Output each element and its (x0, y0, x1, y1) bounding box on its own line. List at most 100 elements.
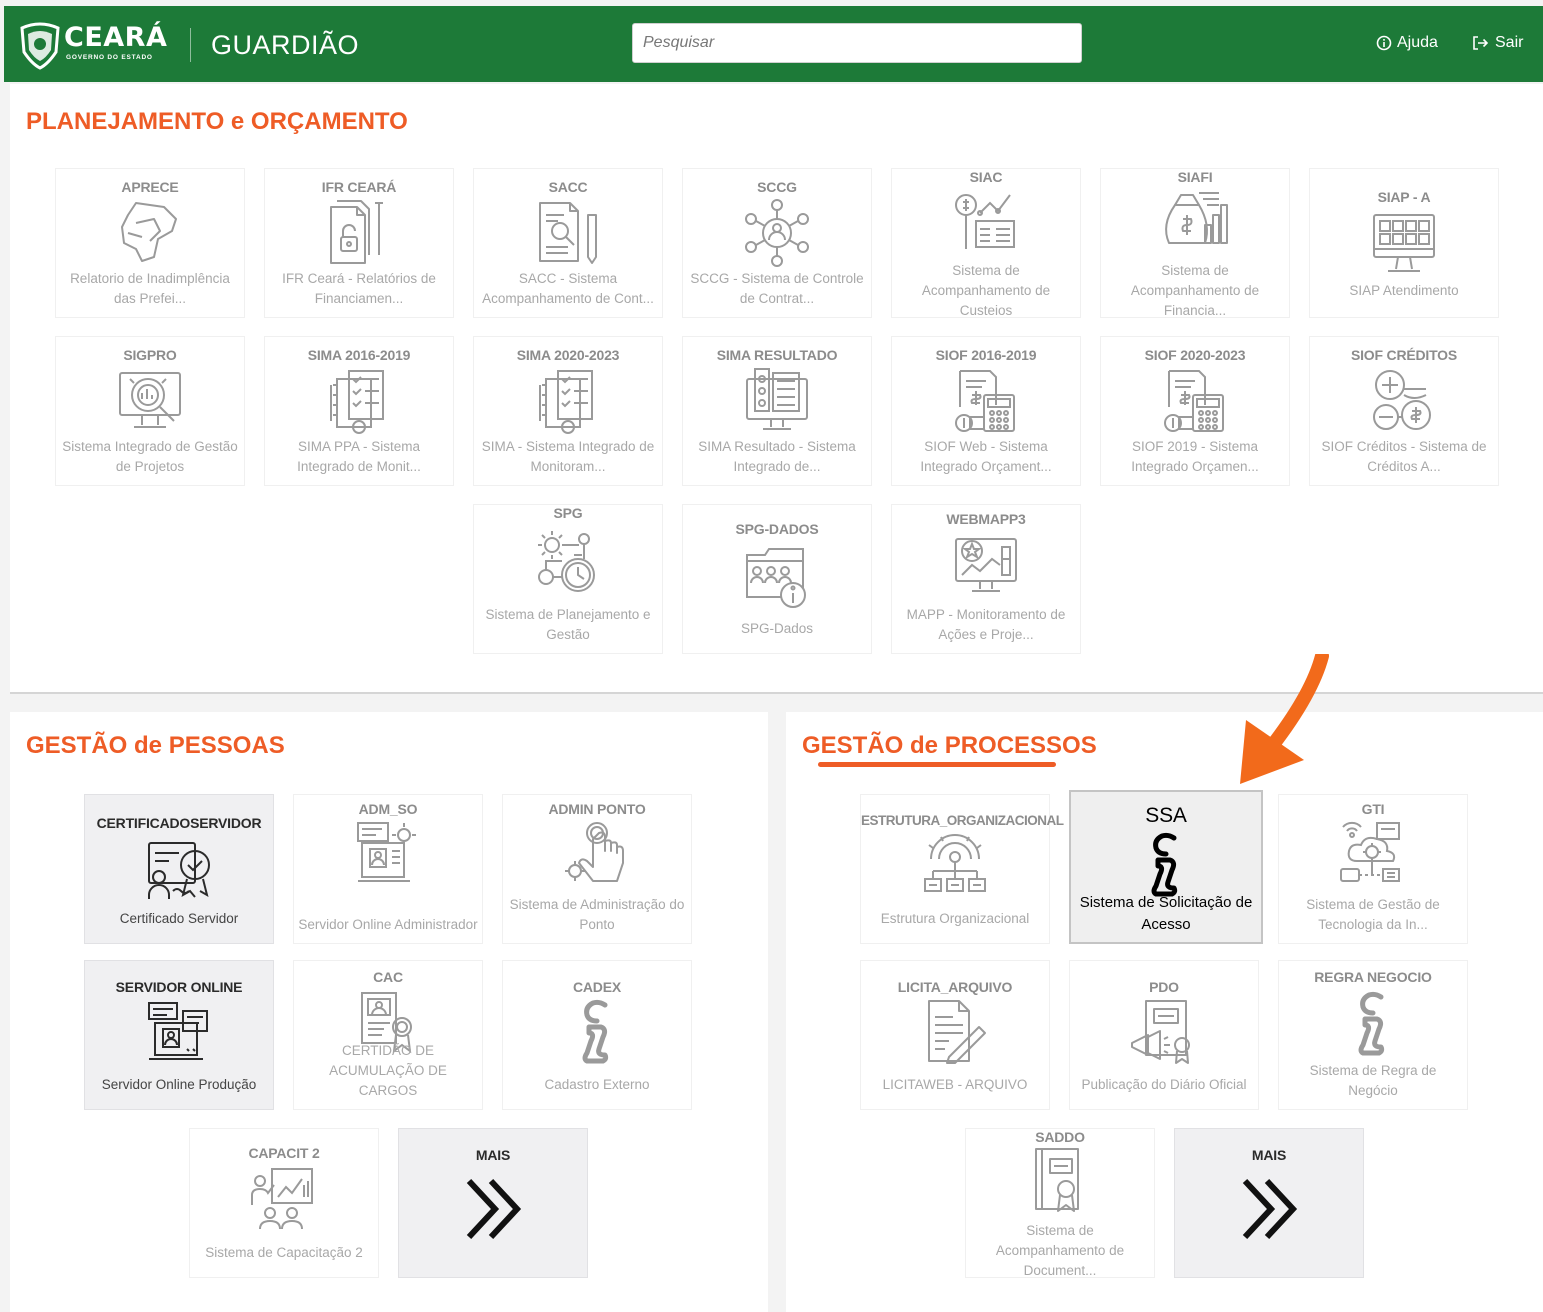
tile-gti[interactable]: GTI Sistema de Gestão de Tecnologia da I… (1278, 794, 1468, 944)
tile-siof-creditos[interactable]: SIOF CRÉDITOS SIOF Créditos - Sistema de… (1309, 336, 1499, 486)
tile-description: Estrutura Organizacional (880, 911, 1030, 926)
tile-ifr-ceara[interactable]: IFR CEARÁ IFR Ceará - Relatórios de Fina… (264, 168, 454, 318)
tile-estrutura-organizacional[interactable]: ESTRUTURA_ORGANIZACIONAL Estrutura Organ… (860, 794, 1064, 944)
tile-title: PDO (1149, 979, 1179, 995)
tile-sima-resultado[interactable]: SIMA RESULTADO SIMA Resultado - Sistema … (682, 336, 872, 486)
tile-title: ADMIN PONTO (548, 801, 646, 817)
annotation-arrow-icon (1240, 654, 1329, 784)
tile-certificadoservidor[interactable]: CERTIFICADOSERVIDOR Certificado Servidor (84, 794, 274, 944)
header-divider (190, 28, 191, 62)
tile-cadex[interactable]: CADEX Cadastro Externo (502, 960, 692, 1110)
tile-sccg[interactable]: SCCG SCCG - Sistema de Controle de Contr… (682, 168, 872, 318)
document-lock-icon (330, 200, 384, 264)
tile-description: Relatorio de Inadimplência das Prefei... (70, 271, 230, 306)
tile-siof-2020-2023[interactable]: SIOF 2020-2023 SIOF 2019 - Sistema Integ… (1100, 336, 1290, 486)
tile-cac[interactable]: CAC CERTIDÃO DE ACUMULAÇÃO DE CARGOS (293, 960, 483, 1110)
tile-description: LICITAWEB - ARQUIVO (882, 1077, 1028, 1092)
tile-spg-dados[interactable]: SPG-DADOS SPG-Dados (682, 504, 872, 654)
coins-plus-minus-icon (1373, 370, 1431, 430)
tile-spg[interactable]: SPG Sistema de Planejamento e Gestão (473, 504, 663, 654)
tile-description: MAPP - Monitoramento de Ações e Proje... (906, 607, 1066, 642)
tile-title: SPG-DADOS (735, 521, 819, 537)
gear-stopwatch-icon (537, 530, 595, 592)
tile-servidor-online[interactable]: SERVIDOR ONLINE Servidor Online Produção (84, 960, 274, 1110)
tile-description: Sistema de Planejamento e Gestão (485, 607, 651, 642)
tile-description: Sistema de Acompanhamento de Custeios (921, 263, 1051, 318)
tile-title: SPG (553, 505, 583, 521)
tile-description: SIMA PPA - Sistema Integrado de Monit... (297, 439, 421, 474)
tile-title: CAC (373, 969, 403, 985)
tile-title: CERTIFICADOSERVIDOR (96, 815, 262, 831)
tile-description: Sistema de Regra de Negócio (1309, 1063, 1437, 1098)
tile-title: GTI (1361, 801, 1385, 817)
tile-ssa[interactable]: SSA Sistema de Solicitação de Acesso (1069, 790, 1263, 944)
info-icon (561, 997, 633, 1069)
tile-pdo[interactable]: PDO Publicação do Diário Oficial (1069, 960, 1259, 1110)
tile-webmapp3[interactable]: WEBMAPP3 MAPP - Monitoramento de Ações e… (891, 504, 1081, 654)
tile-saddo[interactable]: SADDO Sistema de Acompanhamento de Docum… (965, 1128, 1155, 1278)
tile-title: REGRA NEGOCIO (1314, 969, 1432, 985)
monitor-star-chart-icon (955, 538, 1017, 592)
tile-title: WEBMAPP3 (946, 511, 1026, 527)
tile-licita-arquivo[interactable]: LICITA_ARQUIVO LICITAWEB - ARQUIVO (860, 960, 1050, 1110)
tile-regra-negocio[interactable]: REGRA NEGOCIO Sistema de Regra de Negóci… (1278, 960, 1468, 1110)
cloud-network-icon (1340, 821, 1400, 882)
exit-link[interactable]: Sair (1472, 34, 1523, 52)
exit-label: Sair (1495, 34, 1524, 51)
tile-capacit-2[interactable]: CAPACIT 2 Sistema de Capacitação 2 (189, 1128, 379, 1278)
panel-gestao-pessoas: GESTÃO de PESSOAS CERTIFICADOSERVIDOR Ce… (10, 712, 768, 1312)
tile-description: SPG-Dados (740, 621, 814, 636)
tile-title: SIAP - A (1377, 189, 1431, 205)
tile-title: SSA (1145, 804, 1187, 827)
tile-siac[interactable]: SIAC Sistema de Acompanhamento de Custei… (891, 168, 1081, 318)
section-title-planejamento: PLANEJAMENTO e ORÇAMENTO (26, 108, 408, 135)
tile-title: SIOF 2020-2023 (1144, 347, 1246, 363)
tile-description: SIOF 2019 - Sistema Integrado Orçamen... (1131, 439, 1259, 474)
tile-siap-a[interactable]: SIAP - A SIAP Atendimento (1309, 168, 1499, 318)
tile-aprece[interactable]: APRECE Relatorio de Inadimplência das Pr… (55, 168, 245, 318)
checklist-icon (330, 370, 384, 434)
tile-description: Sistema de Administração do Ponto (509, 897, 685, 932)
megaphone-document-icon (1131, 1000, 1190, 1064)
tile-sigpro[interactable]: SIGPRO Sistema Integrado de Gestão de Pr… (55, 336, 245, 486)
tile-description: SIOF Créditos - Sistema de Créditos A... (1321, 439, 1487, 474)
document-search-icon (539, 202, 597, 264)
help-label: Ajuda (1397, 34, 1438, 51)
tile-title: SIAC (969, 169, 1003, 185)
tile-description: Sistema de Gestão de Tecnologia da In... (1306, 897, 1440, 932)
panel-gestao-processos: GESTÃO de PROCESSOS ESTRUTURA_ORGANIZACI… (786, 712, 1543, 1312)
tile-description: SIMA - Sistema Integrado de Monitoram... (481, 439, 655, 474)
document-badge-icon (1035, 1148, 1079, 1212)
finance-chart-icon (955, 194, 1015, 250)
tile-title: SACC (548, 179, 588, 195)
tile-sima-2016-2019[interactable]: SIMA 2016-2019 SIMA PPA - Sistema Integr… (264, 336, 454, 486)
tile-siof-2016-2019[interactable]: SIOF 2016-2019 SIOF Web - Sistema Integr… (891, 336, 1081, 486)
checklist-icon (539, 370, 593, 434)
tile-adm-so[interactable]: ADM_SO Servidor Online Administrador (293, 794, 483, 944)
tile-description: CERTIDÃO DE ACUMULAÇÃO DE CARGOS (329, 1043, 447, 1098)
tile-mais-processos[interactable]: MAIS (1174, 1128, 1364, 1278)
map-icon (121, 202, 177, 262)
double-chevron-right-icon (459, 1175, 527, 1245)
tile-siafi[interactable]: SIAFI Sistema de Acompanhamento de Finan… (1100, 168, 1290, 318)
brand-name[interactable]: CEARÁ (64, 22, 167, 53)
training-icon (251, 1168, 313, 1230)
section-title-processos: GESTÃO de PROCESSOS (802, 732, 1097, 759)
tile-sima-2020-2023[interactable]: SIMA 2020-2023 SIMA - Sistema Integrado … (473, 336, 663, 486)
app-title: GUARDIÃO (211, 30, 360, 60)
tile-description: SCCG - Sistema de Controle de Contrat... (690, 271, 864, 306)
tile-title: SIMA 2020-2023 (516, 347, 620, 363)
help-link[interactable]: Ajuda (1376, 34, 1438, 52)
tile-title: APRECE (121, 179, 179, 195)
tile-sacc[interactable]: SACC SACC - Sistema Acompanhamento de Co… (473, 168, 663, 318)
panel-planejamento-orcamento: PLANEJAMENTO e ORÇAMENTO APRECE Relatori… (10, 84, 1543, 694)
search-input[interactable] (632, 23, 1082, 63)
tile-title: SIMA 2016-2019 (307, 347, 411, 363)
tile-admin-ponto[interactable]: ADMIN PONTO Sistema de Administração do … (502, 794, 692, 944)
tile-title: MAIS (475, 1147, 511, 1163)
ceara-coat-of-arms-icon[interactable] (18, 18, 62, 70)
tile-description: Sistema de Acompanhamento de Financia... (1130, 263, 1260, 318)
folder-info-icon (746, 548, 806, 608)
tile-mais-pessoas[interactable]: MAIS (398, 1128, 588, 1278)
tile-description: Sistema de Acompanhamento de Document... (995, 1223, 1125, 1278)
